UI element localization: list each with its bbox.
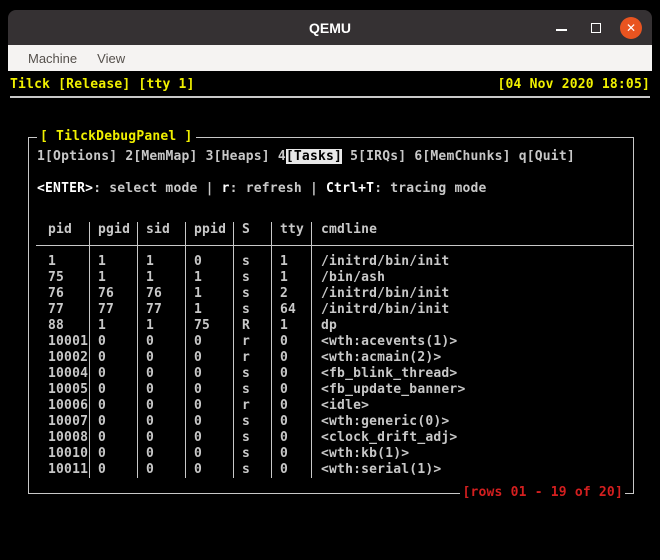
vm-title: Tilck [Release] [tty 1] [10,77,195,92]
table-row: 10006 0 0 0 r 0 <idle> [36,398,633,414]
table-row: 10008 0 0 0 s 0 <clock_drift_adj> [36,430,633,446]
menu-item-machine[interactable]: Machine [18,48,87,69]
table-row: 10005 0 0 0 s 0 <fb_update_banner> [36,382,633,398]
column-header-cmdline: cmdline [321,222,378,237]
process-table: pid pgid sid ppid Stty cmdline 1 1 1 0 s 1/initrd/… [36,222,633,478]
tab-irqs[interactable]: 5[IRQs] [350,149,406,164]
tab-options[interactable]: 1[Options] [37,149,117,164]
column-header-sid: sid [138,222,186,238]
tab-heaps[interactable]: 3[Heaps] [206,149,270,164]
window-titlebar: QEMU ✕ [8,10,652,45]
table-row: 77 77 77 1 s 64/initrd/bin/init [36,302,633,318]
maximize-icon [591,22,601,33]
process-table-body: 1 1 1 0 s 1/initrd/bin/init 75 1 1 1 s 1/bin/ash 76 7… [36,254,633,478]
column-header-ppid: ppid [186,222,234,238]
screen: QEMU ✕ Machine View Tilck [Release] [tty… [0,0,660,560]
vm-clock: [04 Nov 2020 18:05] [497,77,650,92]
column-header-pid: pid [36,222,90,238]
table-row: 10001 0 0 0 r 0 <wth:acevents(1)> [36,334,633,350]
column-header-s: S [234,222,272,238]
column-header-tty: tty [272,222,312,238]
status-separator [10,96,650,98]
table-row: 10004 0 0 0 s 0 <fb_blink_thread> [36,366,633,382]
maximize-button[interactable] [585,17,607,39]
table-separator-row [36,238,633,254]
table-row: 1 1 1 0 s 1/initrd/bin/init [36,254,633,270]
table-header-row: pid pgid sid ppid Stty cmdline [36,222,633,238]
tab-tasks[interactable]: 4[Tasks] [278,149,343,164]
close-button[interactable]: ✕ [620,16,642,39]
panel-tabs: 1[Options] 2[MemMap] 3[Heaps] 4[Tasks] 5… [37,149,575,165]
close-icon: ✕ [625,20,637,35]
table-row: 10010 0 0 0 s 0 <wth:kb(1)> [36,446,633,462]
window-controls: ✕ [550,10,642,45]
table-row: 76 76 76 1 s 2/initrd/bin/init [36,286,633,302]
terminal-screen[interactable]: Tilck [Release] [tty 1] [04 Nov 2020 18:… [8,71,652,552]
vm-status-line: Tilck [Release] [tty 1] [04 Nov 2020 18:… [10,77,650,93]
menubar: Machine View [8,45,652,71]
tab-memmap[interactable]: 2[MemMap] [125,149,197,164]
table-row: 10011 0 0 0 s 0 <wth:serial(1)> [36,462,633,478]
tab-quit[interactable]: q[Quit] [519,149,575,164]
table-row: 10002 0 0 0 r 0 <wth:acmain(2)> [36,350,633,366]
table-row: 75 1 1 1 s 1/bin/ash [36,270,633,286]
table-row: 88 1 1 75 R 1 dp [36,318,633,334]
menu-item-view[interactable]: View [87,48,135,69]
window-title: QEMU [309,19,351,36]
panel-help-line: <ENTER>: select mode | r: refresh | Ctrl… [37,181,487,196]
minimize-icon [555,29,567,31]
minimize-button[interactable] [550,17,572,39]
column-header-pgid: pgid [90,222,138,238]
rows-indicator: [rows 01 - 19 of 20] [460,485,625,501]
panel-title: [ TilckDebugPanel ] [37,129,196,145]
table-row: 10007 0 0 0 s 0 <wth:generic(0)> [36,414,633,430]
debug-panel: [ TilckDebugPanel ] 1[Options] 2[MemMap]… [28,129,634,501]
tab-memchunks[interactable]: 6[MemChunks] [414,149,510,164]
